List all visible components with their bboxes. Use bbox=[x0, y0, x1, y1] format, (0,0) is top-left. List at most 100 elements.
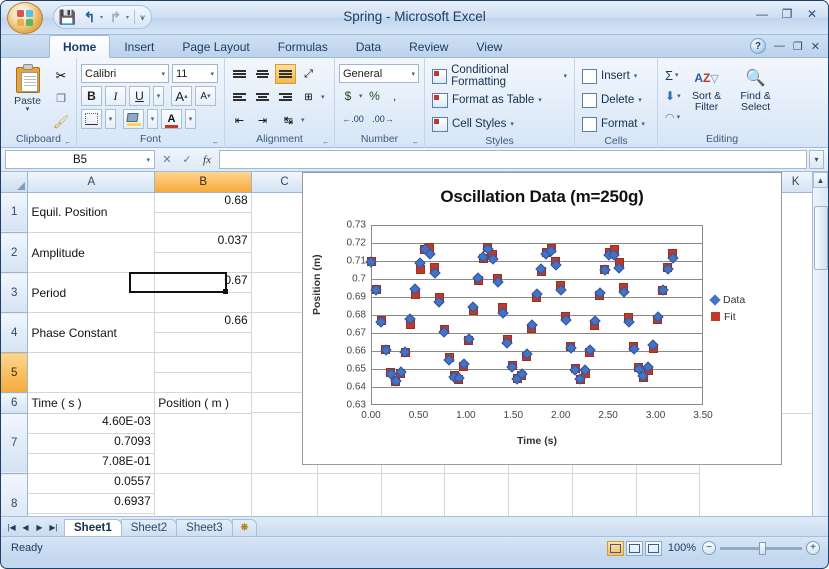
cell-c2[interactable] bbox=[155, 252, 252, 273]
cell-e8[interactable] bbox=[251, 473, 318, 516]
paste-dropdown-icon[interactable]: ▾ bbox=[26, 106, 30, 113]
underline-dropdown-icon[interactable]: ▾ bbox=[153, 86, 164, 106]
sheet-tab-sheet3[interactable]: Sheet3 bbox=[176, 519, 233, 536]
underline-button[interactable]: U bbox=[129, 86, 150, 106]
close-button[interactable]: ✕ bbox=[804, 7, 820, 21]
autosum-button[interactable]: Σ ▾ bbox=[662, 65, 681, 85]
copy-icon[interactable]: ❐ bbox=[50, 88, 72, 109]
row-header-1[interactable]: 1 bbox=[1, 192, 29, 233]
align-right-button[interactable] bbox=[275, 87, 296, 107]
clipboard-dialog-launcher-icon[interactable]: ⌐ bbox=[65, 138, 70, 147]
minimize-button[interactable]: — bbox=[754, 7, 770, 21]
insert-cells-button[interactable]: Insert ▾ bbox=[579, 65, 648, 87]
tab-data[interactable]: Data bbox=[342, 35, 395, 58]
scroll-thumb[interactable] bbox=[814, 206, 828, 270]
next-sheet-button[interactable]: ▶ bbox=[33, 520, 46, 534]
font-color-dropdown-icon[interactable]: ▾ bbox=[185, 109, 196, 129]
zoom-track[interactable] bbox=[720, 541, 802, 555]
row-header-6[interactable]: 6 bbox=[1, 392, 29, 414]
shrink-font-button[interactable]: A ▾ bbox=[195, 86, 216, 106]
select-all-button[interactable] bbox=[1, 172, 29, 193]
tab-home[interactable]: Home bbox=[49, 35, 111, 58]
cell-b5[interactable] bbox=[155, 352, 252, 373]
cell-c1[interactable] bbox=[155, 212, 252, 233]
align-left-button[interactable] bbox=[229, 87, 250, 107]
sheet-tab-sheet2[interactable]: Sheet2 bbox=[120, 519, 178, 536]
cell-styles-button[interactable]: Cell Styles ▾ bbox=[429, 113, 570, 135]
zoom-slider[interactable]: − + bbox=[702, 541, 820, 555]
cell-c7[interactable]: 7.08E-01 bbox=[28, 453, 155, 474]
tab-review[interactable]: Review bbox=[395, 35, 462, 58]
normal-view-icon[interactable] bbox=[606, 540, 624, 556]
cell-b2[interactable]: 0.037 bbox=[155, 232, 252, 253]
middle-align-button[interactable] bbox=[252, 64, 273, 84]
percent-button[interactable]: % bbox=[365, 86, 385, 106]
merge-center-button[interactable]: ⊞ bbox=[298, 87, 319, 107]
currency-button[interactable]: $ bbox=[339, 86, 357, 106]
cell-h8[interactable] bbox=[444, 473, 510, 516]
borders-dropdown-icon[interactable]: ▾ bbox=[105, 109, 116, 129]
wrap-text-button[interactable]: ↹ bbox=[278, 110, 299, 130]
orientation-button[interactable]: ⤢ bbox=[298, 64, 319, 84]
restore-button[interactable]: ❐ bbox=[779, 7, 795, 21]
page-break-view-icon[interactable] bbox=[644, 540, 662, 556]
workbook-restore-button[interactable]: ❐ bbox=[793, 40, 803, 53]
first-sheet-button[interactable]: |◀ bbox=[5, 520, 18, 534]
cut-icon[interactable]: ✂ bbox=[50, 65, 72, 86]
chart-object[interactable]: Oscillation Data (m=250g) Position (m) 0… bbox=[302, 172, 782, 465]
prev-sheet-button[interactable]: ◀ bbox=[19, 520, 32, 534]
cell-i8[interactable] bbox=[508, 473, 573, 516]
zoom-in-button[interactable]: + bbox=[806, 541, 820, 555]
fill-color-dropdown-icon[interactable]: ▾ bbox=[147, 109, 158, 129]
cell-b3[interactable]: 0.67 bbox=[155, 272, 252, 293]
top-align-button[interactable] bbox=[229, 64, 250, 84]
align-center-button[interactable] bbox=[252, 87, 273, 107]
comma-button[interactable]: , bbox=[387, 86, 403, 106]
format-as-table-button[interactable]: Format as Table ▾ bbox=[429, 89, 570, 111]
column-header-a[interactable]: A bbox=[27, 172, 156, 193]
cell-a8[interactable]: 0.0557 bbox=[28, 473, 155, 494]
name-box[interactable]: B5 ▾ bbox=[5, 150, 155, 169]
number-format-select[interactable]: General ▾ bbox=[339, 64, 419, 83]
row-header-8[interactable]: 8 bbox=[1, 473, 29, 516]
fill-color-button[interactable] bbox=[123, 109, 144, 129]
alignment-dialog-launcher-icon[interactable]: ⌐ bbox=[323, 138, 328, 147]
currency-dropdown-icon[interactable]: ▾ bbox=[359, 92, 363, 100]
cell-b1[interactable]: 0.68 bbox=[155, 192, 252, 213]
scroll-up-button[interactable]: ▲ bbox=[813, 172, 828, 188]
enter-formula-icon[interactable]: ✓ bbox=[178, 151, 196, 169]
cell-b4[interactable]: 0.66 bbox=[155, 312, 252, 333]
delete-cells-button[interactable]: Delete ▾ bbox=[579, 89, 648, 111]
grow-font-button[interactable]: A ▴ bbox=[171, 86, 192, 106]
row-header-5[interactable]: 5 bbox=[1, 352, 29, 393]
cell-g8[interactable] bbox=[381, 473, 446, 516]
vertical-scrollbar[interactable]: ▲ bbox=[812, 172, 828, 516]
tab-view[interactable]: View bbox=[462, 35, 516, 58]
font-name-select[interactable]: Calibri ▾ bbox=[81, 64, 169, 83]
last-sheet-button[interactable]: ▶| bbox=[47, 520, 60, 534]
decrease-decimal-button[interactable]: .00→ bbox=[369, 109, 397, 129]
tab-page-layout[interactable]: Page Layout bbox=[168, 35, 263, 58]
insert-function-icon[interactable]: fx bbox=[198, 151, 216, 169]
cell-c4[interactable] bbox=[155, 332, 252, 353]
font-color-button[interactable]: A bbox=[161, 109, 182, 129]
cell-a2[interactable]: Amplitude bbox=[27, 232, 156, 273]
help-icon[interactable]: ? bbox=[749, 38, 766, 54]
cell-a1[interactable]: Equil. Position bbox=[27, 192, 156, 233]
cell-a4[interactable]: Phase Constant bbox=[27, 312, 156, 353]
find-select-button[interactable]: 🔍 Find & Select bbox=[733, 65, 779, 127]
format-painter-icon[interactable]: 🖌 bbox=[50, 111, 72, 132]
fill-button[interactable]: ⬇ ▾ bbox=[662, 86, 681, 106]
bottom-align-button[interactable] bbox=[275, 64, 296, 84]
expand-formula-bar-icon[interactable]: ▾ bbox=[809, 150, 824, 169]
increase-indent-button[interactable]: ⇥ bbox=[252, 110, 273, 130]
cell-d8[interactable] bbox=[154, 473, 253, 516]
row-header-4[interactable]: 4 bbox=[1, 312, 29, 353]
column-header-b[interactable]: B bbox=[154, 172, 253, 193]
number-dialog-launcher-icon[interactable]: ⌐ bbox=[413, 138, 418, 147]
cell-a6[interactable]: Time ( s ) bbox=[27, 392, 156, 414]
cell-k8[interactable] bbox=[636, 473, 701, 516]
workbook-close-button[interactable]: ✕ bbox=[811, 40, 820, 53]
cell-j8[interactable] bbox=[572, 473, 637, 516]
conditional-formatting-button[interactable]: Conditional Formatting ▾ bbox=[429, 64, 570, 88]
